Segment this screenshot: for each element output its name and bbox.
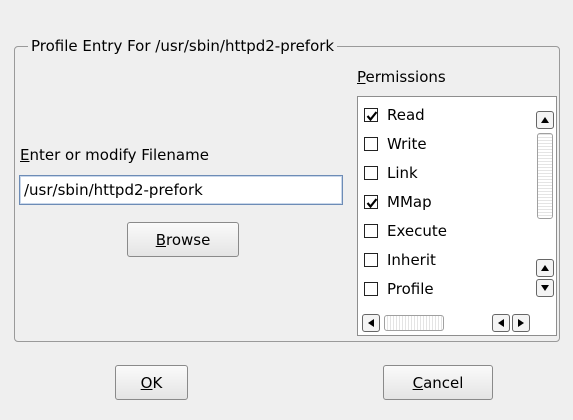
checkbox-link[interactable] xyxy=(364,166,378,180)
permissions-label-rest: ermissions xyxy=(365,68,446,86)
permission-item-write[interactable]: Write xyxy=(364,133,427,155)
permissions-list[interactable]: Read Write Link MMap Execute Inherit Pro… xyxy=(357,96,557,336)
horizontal-scroll-thumb[interactable] xyxy=(384,315,444,331)
checkbox-mmap[interactable] xyxy=(364,195,378,209)
checkbox-execute[interactable] xyxy=(364,224,378,238)
checkbox-read[interactable] xyxy=(364,108,378,122)
permission-item-mmap[interactable]: MMap xyxy=(364,191,432,213)
permissions-label: Permissions xyxy=(357,68,446,86)
arrow-left-icon xyxy=(368,319,374,327)
vertical-scroll-thumb[interactable] xyxy=(537,133,553,219)
permission-item-execute[interactable]: Execute xyxy=(364,220,447,242)
checkbox-profile[interactable] xyxy=(364,282,378,296)
browse-mnemonic: B xyxy=(155,230,166,249)
filename-label-rest: nter or modify Filename xyxy=(29,146,209,164)
scroll-down-button[interactable] xyxy=(536,279,554,297)
arrow-down-icon xyxy=(541,285,549,291)
checkbox-write[interactable] xyxy=(364,137,378,151)
horizontal-scrollbar[interactable] xyxy=(362,314,534,332)
permission-label-execute: Execute xyxy=(387,222,447,240)
permission-label-mmap: MMap xyxy=(387,193,432,211)
permission-label-inherit: Inherit xyxy=(387,251,436,269)
permission-item-read[interactable]: Read xyxy=(364,104,425,126)
checkmark-icon xyxy=(366,111,378,122)
arrow-up-icon xyxy=(541,265,549,271)
permission-label-link: Link xyxy=(387,164,418,182)
permission-item-link[interactable]: Link xyxy=(364,162,418,184)
cancel-button[interactable]: Cancel xyxy=(383,365,493,400)
browse-button[interactable]: Browse xyxy=(127,222,239,257)
arrow-left-icon xyxy=(498,319,504,327)
permission-label-read: Read xyxy=(387,106,425,124)
scroll-up-button[interactable] xyxy=(536,111,554,129)
ok-button[interactable]: OK xyxy=(115,365,188,400)
filename-input[interactable] xyxy=(19,175,343,205)
scroll-left-button-right[interactable] xyxy=(492,314,510,332)
checkbox-inherit[interactable] xyxy=(364,253,378,267)
checkmark-icon xyxy=(366,198,378,209)
arrow-up-icon xyxy=(541,117,549,123)
filename-label: Enter or modify Filename xyxy=(20,146,209,164)
scroll-left-button[interactable] xyxy=(362,314,380,332)
scroll-up-button-lower[interactable] xyxy=(536,259,554,277)
permission-label-write: Write xyxy=(387,135,427,153)
permission-item-profile[interactable]: Profile xyxy=(364,278,434,300)
ok-mnemonic: O xyxy=(140,373,153,392)
arrow-right-icon xyxy=(518,319,524,327)
permission-item-inherit[interactable]: Inherit xyxy=(364,249,436,271)
permission-label-profile: Profile xyxy=(387,280,434,298)
permissions-label-mnemonic: P xyxy=(357,68,366,86)
browse-rest: rowse xyxy=(165,230,211,249)
group-title: Profile Entry For /usr/sbin/httpd2-prefo… xyxy=(28,37,338,55)
vertical-scrollbar[interactable] xyxy=(536,101,554,301)
cancel-rest: ancel xyxy=(423,373,464,392)
scroll-right-button[interactable] xyxy=(512,314,530,332)
cancel-mnemonic: C xyxy=(412,373,424,392)
ok-rest: K xyxy=(152,373,163,392)
